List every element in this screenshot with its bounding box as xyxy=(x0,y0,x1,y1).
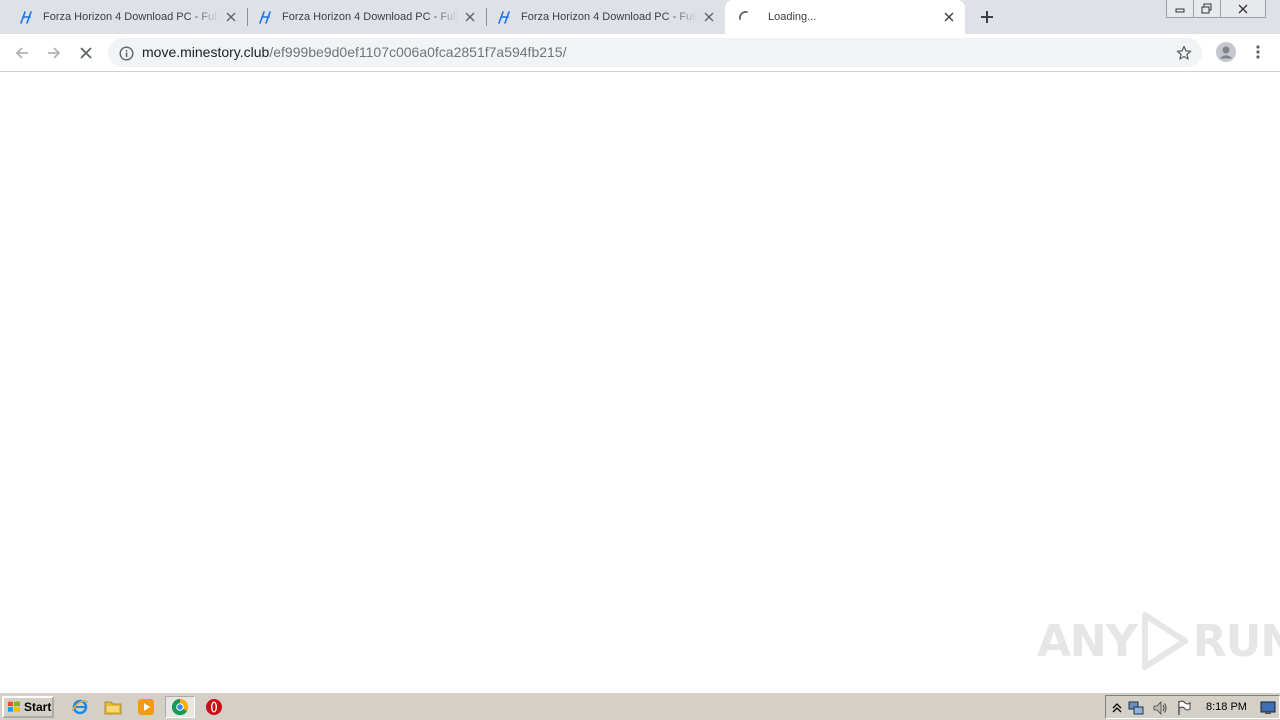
arrow-right-icon xyxy=(48,47,61,59)
info-icon[interactable] xyxy=(117,44,135,62)
url-path: /ef999be9d0ef1107c006a0fca2851f7a594fb21… xyxy=(269,44,567,60)
site-logo-icon xyxy=(496,9,512,25)
tab-2[interactable]: Forza Horizon 4 Download PC - Full Game xyxy=(239,0,486,34)
tab-close-icon[interactable] xyxy=(701,9,717,25)
opera-icon[interactable] xyxy=(203,697,225,717)
anyrun-watermark: ANY RUN xyxy=(1037,610,1280,672)
windows-taskbar: Start 8:18 PM xyxy=(0,692,1280,720)
tab-close-icon[interactable] xyxy=(462,9,478,25)
arrow-left-icon xyxy=(15,47,28,59)
new-tab-button[interactable] xyxy=(977,7,997,27)
restore-button[interactable] xyxy=(1193,0,1221,18)
back-button[interactable] xyxy=(10,41,34,65)
media-player-icon[interactable] xyxy=(135,697,157,717)
stop-loading-button[interactable] xyxy=(74,41,98,65)
bookmark-star-icon[interactable] xyxy=(1174,43,1194,63)
browser-toolbar: move.minestory.club/ef999be9d0ef1107c006… xyxy=(0,34,1280,72)
url-text: move.minestory.club/ef999be9d0ef1107c006… xyxy=(142,44,566,60)
plus-icon xyxy=(981,11,993,23)
close-icon xyxy=(1238,4,1248,13)
stop-icon xyxy=(80,47,92,59)
page-content-blank xyxy=(0,72,1280,692)
watermark-left: ANY xyxy=(1037,615,1138,667)
loading-spinner-icon xyxy=(737,9,753,25)
explorer-folder-icon[interactable] xyxy=(102,697,124,717)
tab-title: Forza Horizon 4 Download PC - Full Game xyxy=(43,11,219,23)
browser-menu-button[interactable] xyxy=(1250,41,1266,63)
tab-3[interactable]: Forza Horizon 4 Download PC - Full Game xyxy=(478,0,725,34)
chrome-icon[interactable] xyxy=(165,696,195,718)
site-logo-icon xyxy=(18,9,34,25)
site-logo-icon xyxy=(257,9,273,25)
show-desktop-icon[interactable] xyxy=(1260,700,1276,716)
tab-close-icon[interactable] xyxy=(941,9,957,25)
volume-icon[interactable] xyxy=(1152,700,1168,716)
tab-4-active[interactable]: Loading... xyxy=(725,0,965,34)
system-tray: 8:18 PM xyxy=(1105,695,1280,719)
action-center-flag-icon[interactable] xyxy=(1176,700,1192,716)
tab-close-icon[interactable] xyxy=(223,9,239,25)
tab-title: Loading... xyxy=(768,11,817,23)
play-logo-icon xyxy=(1141,612,1188,670)
tab-title: Forza Horizon 4 Download PC - Full Game xyxy=(521,11,697,23)
tab-title: Forza Horizon 4 Download PC - Full Game xyxy=(282,11,458,23)
internet-explorer-icon[interactable] xyxy=(69,697,91,717)
start-button[interactable]: Start xyxy=(2,696,54,718)
network-icon[interactable] xyxy=(1128,700,1144,716)
show-hidden-icons-icon[interactable] xyxy=(1109,700,1125,716)
window-controls xyxy=(1166,0,1266,18)
profile-avatar-icon[interactable] xyxy=(1215,41,1237,63)
start-label: Start xyxy=(24,700,52,714)
address-bar[interactable]: move.minestory.club/ef999be9d0ef1107c006… xyxy=(108,38,1202,67)
close-window-button[interactable] xyxy=(1220,0,1266,18)
minimize-icon xyxy=(1175,8,1185,12)
minimize-button[interactable] xyxy=(1166,0,1194,18)
restore-icon xyxy=(1201,3,1212,14)
windows-logo-icon xyxy=(8,701,20,712)
watermark-right: RUN xyxy=(1192,615,1280,667)
forward-button[interactable] xyxy=(42,41,66,65)
kebab-menu-icon xyxy=(1256,45,1260,59)
url-host: move.minestory.club xyxy=(142,44,270,60)
tab-1[interactable]: Forza Horizon 4 Download PC - Full Game xyxy=(0,0,247,34)
tab-strip: Forza Horizon 4 Download PC - Full Game … xyxy=(0,0,1280,34)
taskbar-clock[interactable]: 8:18 PM xyxy=(1206,701,1247,713)
